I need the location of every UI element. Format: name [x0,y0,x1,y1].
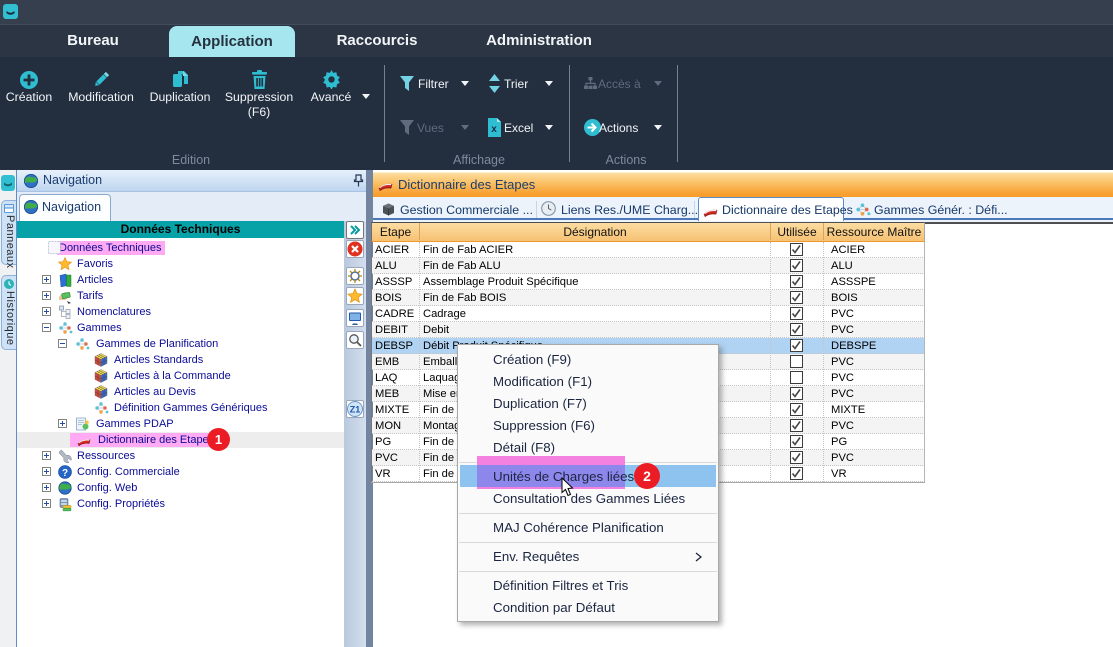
svg-text:x: x [491,124,497,135]
svg-text:Z1: Z1 [350,405,361,415]
